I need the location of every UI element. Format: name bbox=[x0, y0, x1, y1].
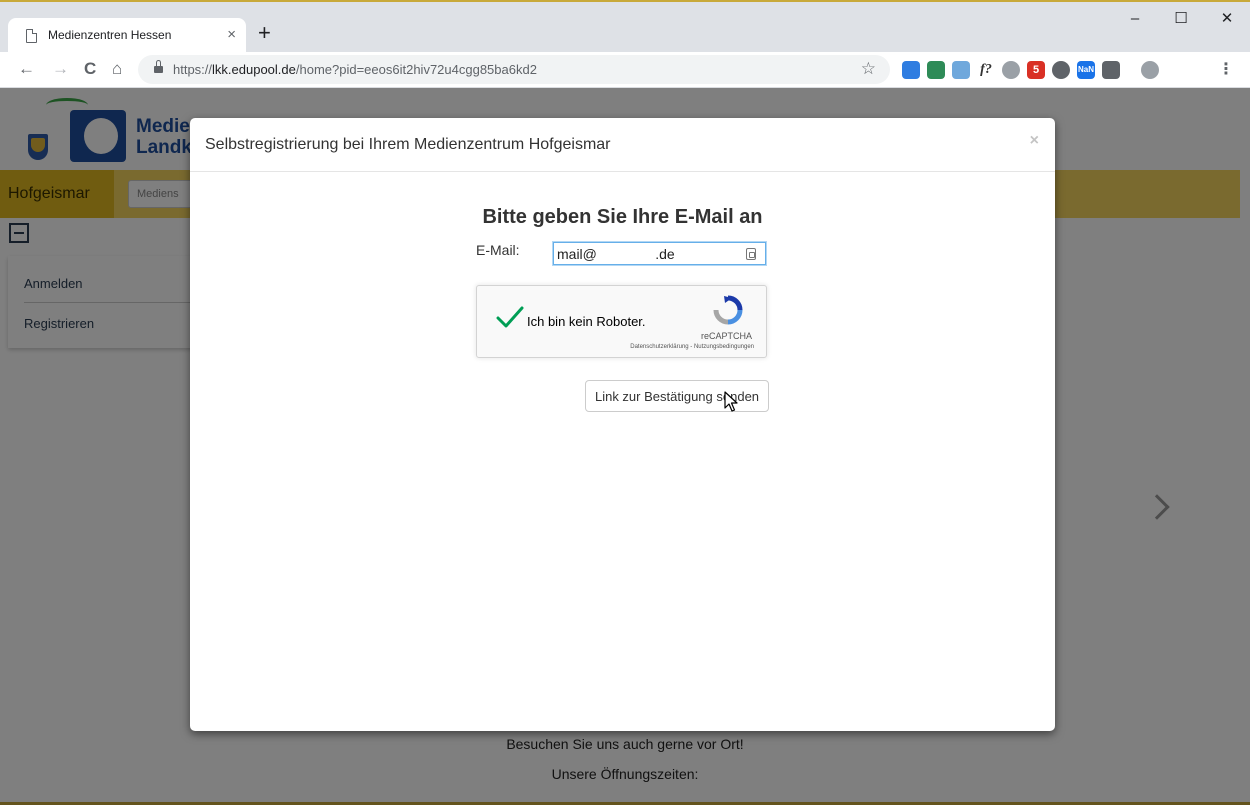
modal-title: Selbstregistrierung bei Ihrem Medienzent… bbox=[205, 136, 611, 153]
recaptcha-brand: reCAPTCHA bbox=[700, 331, 752, 341]
email-input[interactable] bbox=[553, 242, 766, 265]
counter-extension-icon[interactable]: 5 bbox=[1027, 61, 1045, 79]
close-window-button[interactable]: ✕ bbox=[1204, 4, 1250, 34]
reload-button[interactable]: C bbox=[84, 58, 96, 80]
mouse-cursor-icon bbox=[724, 391, 738, 413]
font-extension-icon[interactable]: f? bbox=[977, 61, 995, 79]
new-tab-button[interactable]: + bbox=[258, 22, 271, 44]
url-scheme: https:// bbox=[173, 62, 213, 77]
form-heading: Bitte geben Sie Ihre E-Mail an bbox=[482, 206, 763, 228]
nan-extension-icon[interactable]: NaN bbox=[1077, 61, 1095, 79]
home-button[interactable]: ⌂ bbox=[112, 58, 122, 80]
send-confirmation-link-button[interactable]: Link zur Bestätigung senden bbox=[585, 380, 769, 412]
autofill-icon[interactable] bbox=[746, 248, 756, 260]
address-bar[interactable]: https://lkk.edupool.de/home?pid=eeos6it2… bbox=[138, 55, 890, 84]
url-text[interactable]: https://lkk.edupool.de/home?pid=eeos6it2… bbox=[173, 62, 537, 77]
browser-toolbar: ← → C ⌂ https://lkk.edupool.de/home?pid=… bbox=[0, 52, 1250, 88]
maximize-button[interactable]: ☐ bbox=[1158, 4, 1204, 34]
browser-menu-icon[interactable]: ⋮ bbox=[1218, 60, 1234, 80]
window-controls: – ☐ ✕ bbox=[1112, 4, 1250, 34]
camera-extension-icon[interactable] bbox=[1102, 61, 1120, 79]
back-button[interactable]: ← bbox=[18, 58, 35, 80]
green-extension-icon[interactable] bbox=[927, 61, 945, 79]
bookmark-star-icon[interactable]: ☆ bbox=[861, 59, 876, 79]
browser-titlebar: Medienzentren Hessen × + – ☐ ✕ bbox=[0, 2, 1250, 54]
network-extension-icon[interactable] bbox=[952, 61, 970, 79]
recaptcha-logo-icon bbox=[712, 294, 744, 326]
modal-header: Selbstregistrierung bei Ihrem Medienzent… bbox=[190, 118, 1055, 172]
tab-close-button[interactable]: × bbox=[227, 26, 236, 43]
browser-tab[interactable]: Medienzentren Hessen × bbox=[8, 18, 246, 54]
tab-title: Medienzentren Hessen bbox=[48, 28, 172, 42]
recaptcha-widget: Ich bin kein Roboter. reCAPTCHA Datensch… bbox=[476, 285, 767, 358]
modal-close-button[interactable]: × bbox=[1030, 132, 1039, 150]
extensions-row: f? 5 NaN bbox=[902, 59, 1159, 81]
forward-button[interactable]: → bbox=[52, 58, 69, 80]
spy-extension-icon[interactable] bbox=[1052, 61, 1070, 79]
url-path: /home?pid=eeos6it2hiv72u4cgg85ba6kd2 bbox=[295, 62, 537, 77]
email-label: E-Mail: bbox=[476, 242, 520, 258]
profile-avatar-icon[interactable] bbox=[1141, 61, 1159, 79]
minimize-button[interactable]: – bbox=[1112, 4, 1158, 34]
lock-icon[interactable] bbox=[154, 60, 163, 74]
url-host: lkk.edupool.de bbox=[212, 62, 296, 77]
recaptcha-label: Ich bin kein Roboter. bbox=[527, 314, 646, 329]
pen-extension-icon[interactable] bbox=[902, 61, 920, 79]
page-icon bbox=[26, 29, 37, 43]
checkmark-icon[interactable] bbox=[495, 304, 525, 330]
recaptcha-privacy-links[interactable]: Datenschutzerklärung - Nutzungsbedingung… bbox=[630, 344, 754, 350]
registration-modal: Selbstregistrierung bei Ihrem Medienzent… bbox=[190, 118, 1055, 731]
gear-extension-icon[interactable] bbox=[1002, 61, 1020, 79]
